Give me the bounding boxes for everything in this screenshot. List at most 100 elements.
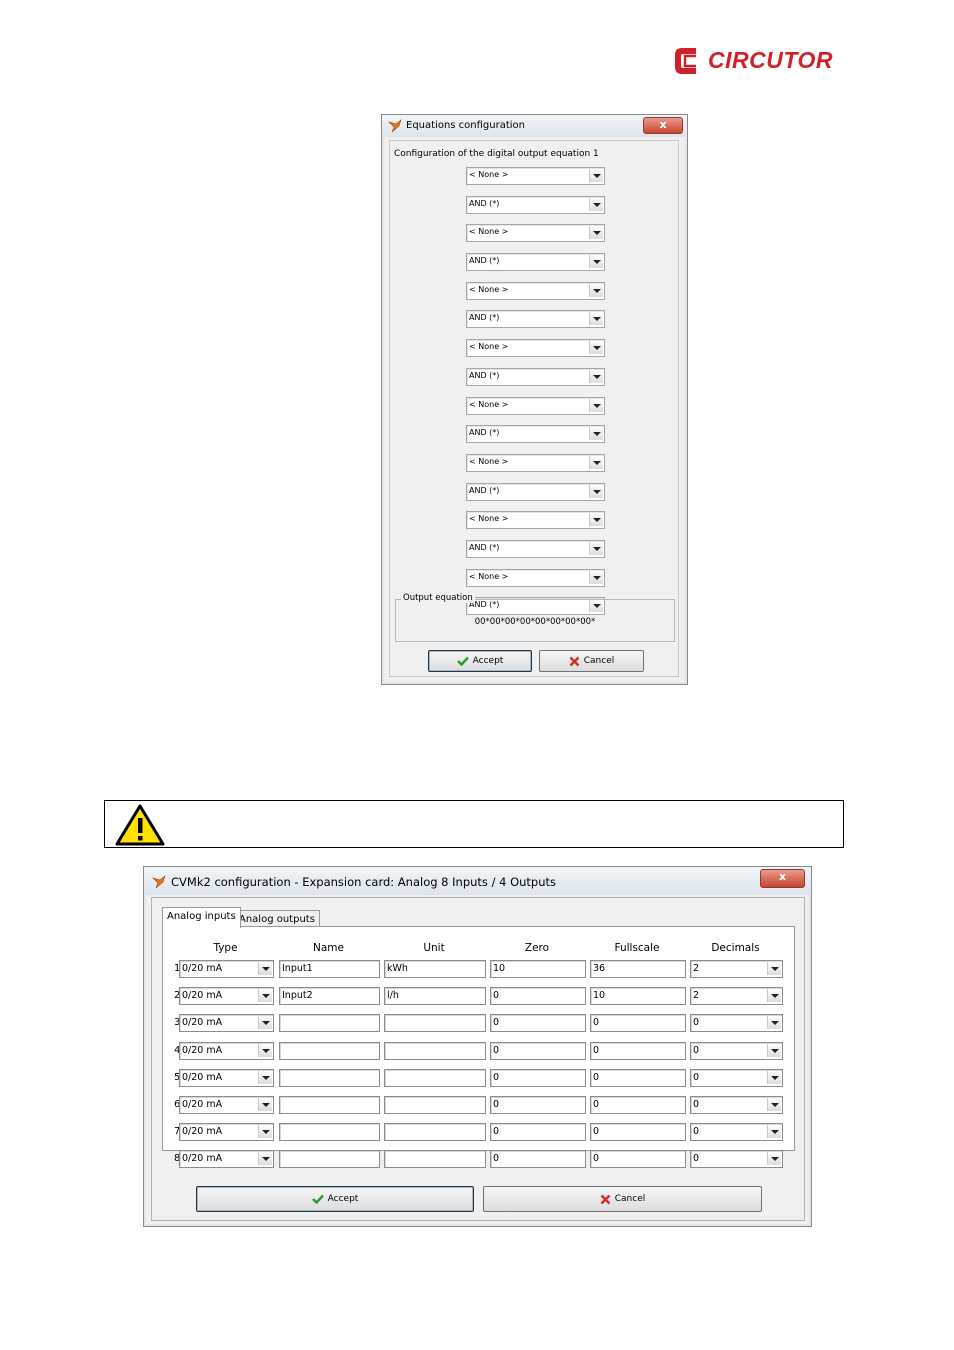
dropdown-arrow-icon[interactable] (589, 341, 603, 355)
accept-button[interactable]: Accept (428, 650, 532, 672)
type-select[interactable]: 0/20 mA (179, 987, 274, 1006)
dropdown-arrow-icon[interactable] (767, 1016, 781, 1030)
name-input[interactable] (279, 1150, 380, 1169)
name-input[interactable]: Input2 (279, 987, 380, 1006)
dropdown-arrow-icon[interactable] (258, 1070, 272, 1084)
close-button[interactable]: x (643, 117, 683, 134)
fullscale-input[interactable]: 0 (590, 1014, 686, 1033)
decimals-select[interactable]: 0 (690, 1150, 783, 1169)
cancel-button[interactable]: Cancel (539, 650, 644, 672)
equation-term-select[interactable]: < None > (466, 339, 605, 358)
name-input[interactable] (279, 1041, 380, 1060)
dropdown-arrow-icon[interactable] (258, 1016, 272, 1030)
fullscale-input[interactable]: 36 (590, 960, 686, 978)
type-select[interactable]: 0/20 mA (179, 1096, 274, 1114)
dropdown-arrow-icon[interactable] (589, 169, 603, 182)
equation-term-select[interactable]: AND (*) (466, 253, 605, 272)
equation-term-select[interactable]: AND (*) (466, 539, 605, 558)
dropdown-arrow-icon[interactable] (589, 312, 603, 326)
dropdown-arrow-icon[interactable] (589, 427, 603, 441)
zero-input[interactable]: 0 (490, 1123, 586, 1142)
dropdown-arrow-icon[interactable] (767, 1152, 781, 1166)
unit-input[interactable]: kWh (384, 960, 486, 978)
dropdown-arrow-icon[interactable] (767, 1098, 781, 1111)
dropdown-arrow-icon[interactable] (589, 197, 603, 211)
dropdown-arrow-icon[interactable] (589, 369, 603, 383)
zero-input[interactable]: 0 (490, 1068, 586, 1087)
fullscale-input[interactable]: 10 (590, 987, 686, 1006)
dropdown-arrow-icon[interactable] (589, 541, 603, 555)
type-select[interactable]: 0/20 mA (179, 1150, 274, 1169)
name-input[interactable] (279, 1123, 380, 1142)
dropdown-arrow-icon[interactable] (258, 1125, 272, 1139)
zero-input[interactable]: 0 (490, 987, 586, 1006)
dropdown-arrow-icon[interactable] (258, 962, 272, 975)
equation-term-select[interactable]: < None > (466, 281, 605, 300)
type-select[interactable]: 0/20 mA (179, 1041, 274, 1060)
cancel-button[interactable]: Cancel (483, 1186, 762, 1212)
unit-input[interactable] (384, 1014, 486, 1033)
equation-term-select[interactable]: < None > (466, 453, 605, 472)
zero-input[interactable]: 0 (490, 1041, 586, 1060)
tab-analog-inputs[interactable]: Analog inputs (162, 907, 241, 928)
name-input[interactable] (279, 1068, 380, 1087)
equation-term-select[interactable]: AND (*) (466, 482, 605, 501)
dropdown-arrow-icon[interactable] (258, 1098, 272, 1111)
decimals-select[interactable]: 0 (690, 1041, 783, 1060)
dropdown-arrow-icon[interactable] (258, 989, 272, 1003)
dropdown-arrow-icon[interactable] (589, 398, 603, 412)
fullscale-input[interactable]: 0 (590, 1123, 686, 1142)
fullscale-input[interactable]: 0 (590, 1041, 686, 1060)
equation-term-select[interactable]: < None > (466, 511, 605, 530)
name-input[interactable] (279, 1096, 380, 1114)
dropdown-arrow-icon[interactable] (589, 226, 603, 240)
dropdown-arrow-icon[interactable] (589, 513, 603, 527)
type-select[interactable]: 0/20 mA (179, 1068, 274, 1087)
type-select[interactable]: 0/20 mA (179, 960, 274, 978)
equation-term-select[interactable]: < None > (466, 568, 605, 587)
dropdown-arrow-icon[interactable] (589, 484, 603, 498)
unit-input[interactable] (384, 1123, 486, 1142)
fullscale-input[interactable]: 0 (590, 1068, 686, 1087)
zero-input[interactable]: 0 (490, 1150, 586, 1169)
decimals-select[interactable]: 2 (690, 960, 783, 978)
decimals-select[interactable]: 2 (690, 987, 783, 1006)
dropdown-arrow-icon[interactable] (767, 1070, 781, 1084)
decimals-select[interactable]: 0 (690, 1123, 783, 1142)
type-select[interactable]: 0/20 mA (179, 1014, 274, 1033)
dropdown-arrow-icon[interactable] (767, 1125, 781, 1139)
dropdown-arrow-icon[interactable] (258, 1152, 272, 1166)
equation-term-select[interactable]: < None > (466, 167, 605, 185)
decimals-select[interactable]: 0 (690, 1068, 783, 1087)
decimals-select[interactable]: 0 (690, 1096, 783, 1114)
unit-input[interactable] (384, 1068, 486, 1087)
equation-term-select[interactable]: AND (*) (466, 425, 605, 444)
dropdown-arrow-icon[interactable] (589, 255, 603, 269)
type-select[interactable]: 0/20 mA (179, 1123, 274, 1142)
dropdown-arrow-icon[interactable] (589, 455, 603, 469)
zero-input[interactable]: 0 (490, 1014, 586, 1033)
unit-input[interactable] (384, 1041, 486, 1060)
dropdown-arrow-icon[interactable] (589, 570, 603, 584)
dropdown-arrow-icon[interactable] (767, 962, 781, 975)
equation-term-select[interactable]: < None > (466, 224, 605, 243)
dropdown-arrow-icon[interactable] (258, 1043, 272, 1057)
equation-term-select[interactable]: AND (*) (466, 367, 605, 386)
equation-term-select[interactable]: < None > (466, 396, 605, 415)
zero-input[interactable]: 0 (490, 1096, 586, 1114)
equation-term-select[interactable]: AND (*) (466, 310, 605, 329)
unit-input[interactable] (384, 1096, 486, 1114)
fullscale-input[interactable]: 0 (590, 1150, 686, 1169)
unit-input[interactable]: l/h (384, 987, 486, 1006)
close-button[interactable]: x (760, 869, 805, 888)
fullscale-input[interactable]: 0 (590, 1096, 686, 1114)
dropdown-arrow-icon[interactable] (589, 283, 603, 297)
equation-term-select[interactable]: AND (*) (466, 195, 605, 214)
decimals-select[interactable]: 0 (690, 1014, 783, 1033)
dropdown-arrow-icon[interactable] (767, 1043, 781, 1057)
name-input[interactable]: Input1 (279, 960, 380, 978)
zero-input[interactable]: 10 (490, 960, 586, 978)
name-input[interactable] (279, 1014, 380, 1033)
accept-button[interactable]: Accept (196, 1186, 474, 1212)
dropdown-arrow-icon[interactable] (767, 989, 781, 1003)
